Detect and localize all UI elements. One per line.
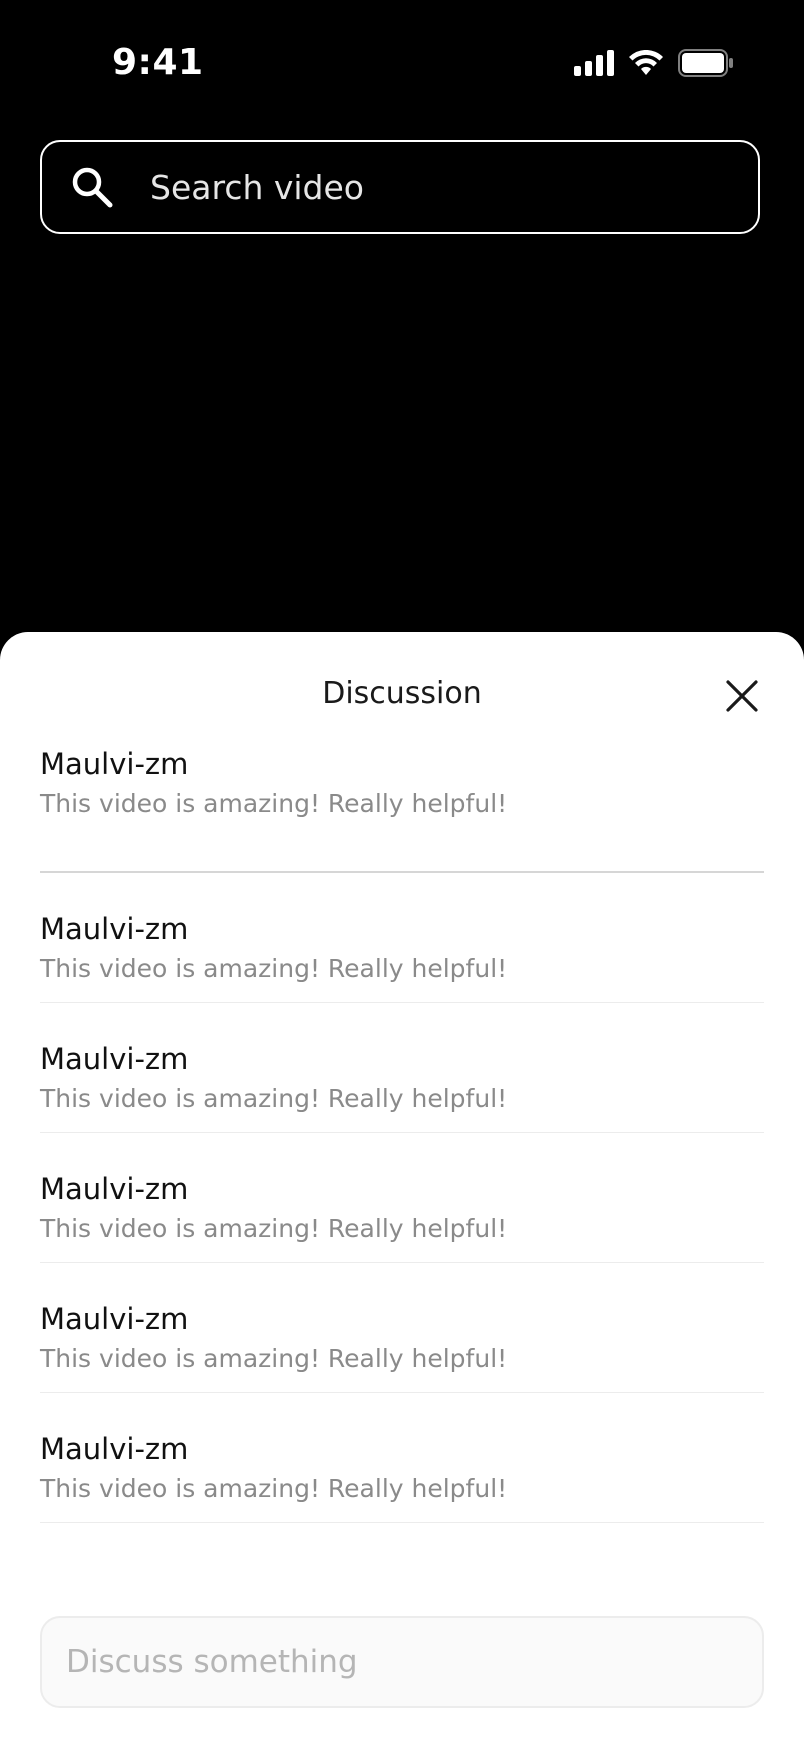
comment-author: Maulvi-zm — [40, 1432, 189, 1466]
comment-author: Maulvi-zm — [40, 747, 189, 781]
comment-item[interactable]: Maulvi-zm This video is amazing! Really … — [40, 1263, 764, 1393]
comment-author: Maulvi-zm — [40, 1302, 189, 1336]
sheet-title: Discussion — [322, 676, 482, 711]
comment-item[interactable]: Maulvi-zm This video is amazing! Really … — [40, 1003, 764, 1133]
signal-icon — [574, 50, 614, 76]
comment-text: This video is amazing! Really helpful! — [40, 1474, 508, 1503]
sheet-header: Discussion — [0, 632, 804, 738]
comment-text: This video is amazing! Really helpful! — [40, 1214, 508, 1243]
comment-author: Maulvi-zm — [40, 912, 189, 946]
status-time: 9:41 — [112, 42, 204, 83]
discuss-input[interactable]: Discuss something — [40, 1616, 764, 1708]
discussion-sheet: Discussion Maulvi-zm This video is amazi… — [0, 632, 804, 1748]
comment-item[interactable]: Maulvi-zm This video is amazing! Really … — [40, 1393, 764, 1523]
battery-icon — [678, 49, 733, 77]
comment-list: Maulvi-zm This video is amazing! Really … — [40, 744, 764, 1523]
search-input[interactable]: Search video — [150, 168, 364, 207]
wifi-icon — [629, 50, 663, 75]
comment-item[interactable]: Maulvi-zm This video is amazing! Really … — [40, 1133, 764, 1263]
comment-author: Maulvi-zm — [40, 1042, 189, 1076]
close-icon[interactable] — [724, 678, 760, 714]
comment-item[interactable]: Maulvi-zm This video is amazing! Really … — [40, 873, 764, 1003]
comment-text: This video is amazing! Really helpful! — [40, 954, 508, 983]
comment-text: This video is amazing! Really helpful! — [40, 789, 508, 818]
search-bar[interactable]: Search video — [40, 140, 760, 234]
status-icons — [574, 48, 734, 78]
search-icon[interactable] — [68, 163, 116, 211]
comment-text: This video is amazing! Really helpful! — [40, 1344, 508, 1373]
comment-text: This video is amazing! Really helpful! — [40, 1084, 508, 1113]
comment-item[interactable]: Maulvi-zm This video is amazing! Really … — [40, 744, 764, 873]
status-bar: 9:41 — [0, 0, 804, 130]
discuss-placeholder: Discuss something — [66, 1644, 358, 1680]
comment-author: Maulvi-zm — [40, 1172, 189, 1206]
